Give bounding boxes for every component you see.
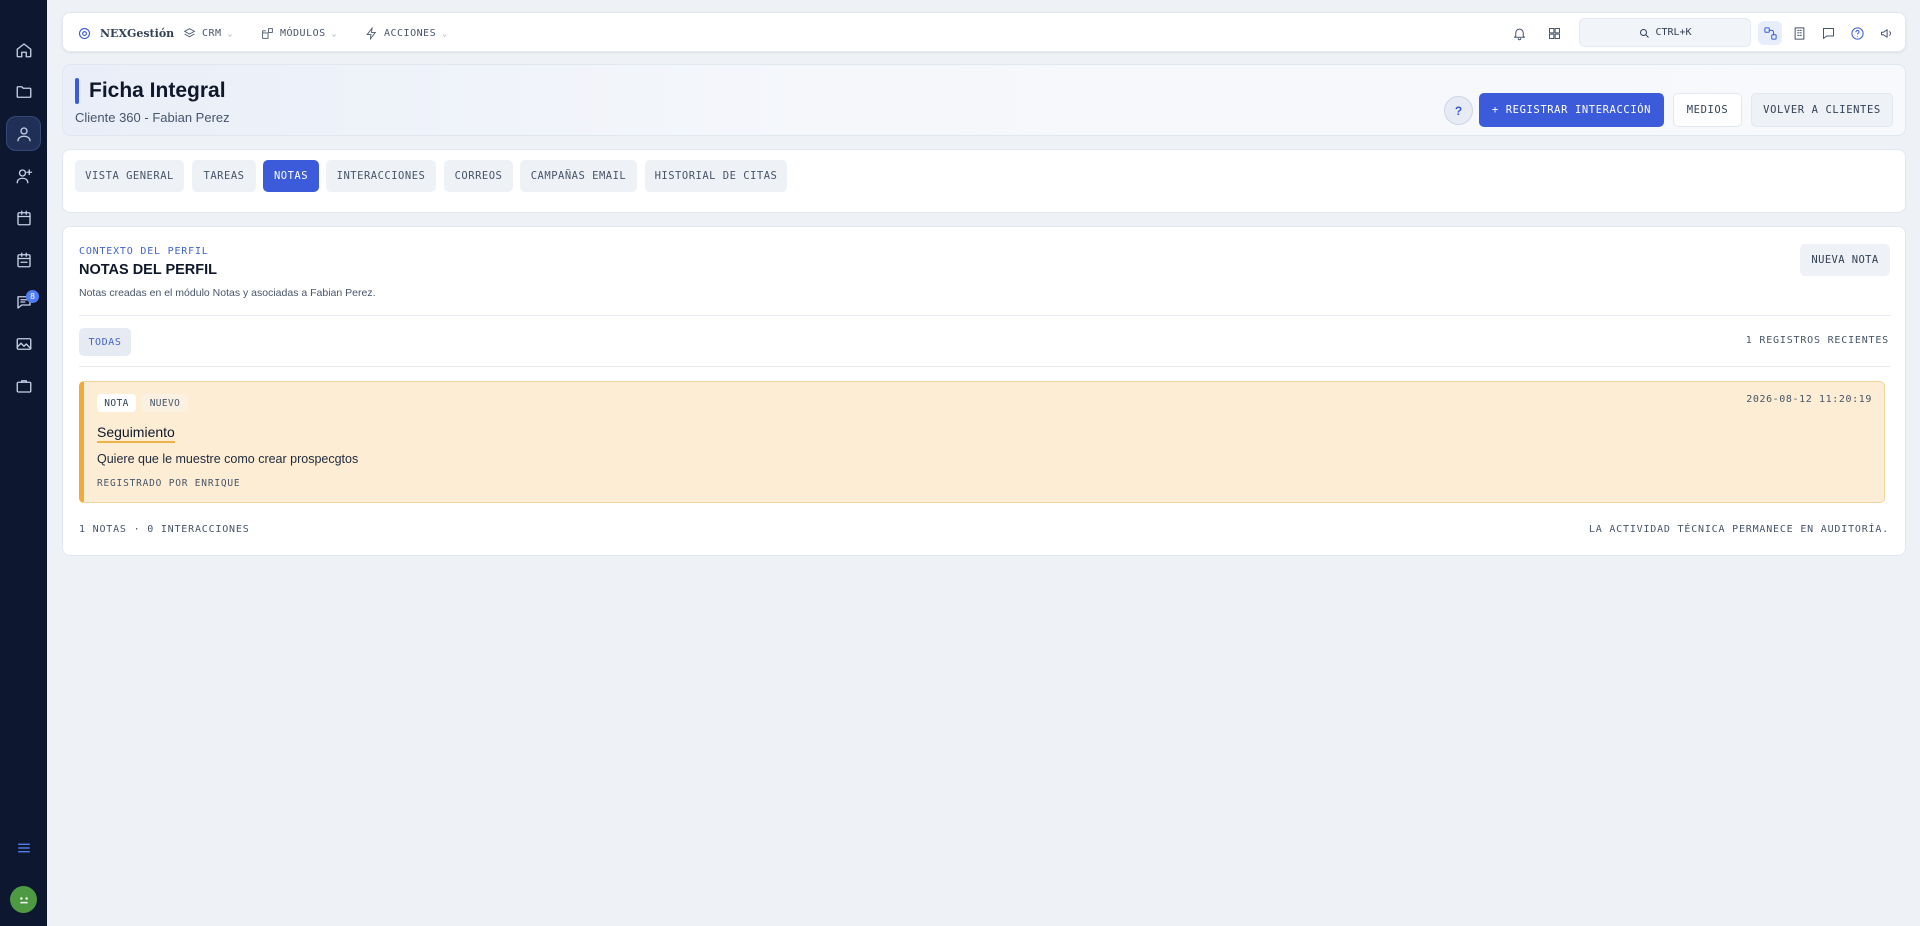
briefcase-icon [16,379,31,393]
sidebar-item-appointments[interactable] [6,242,41,277]
layers-icon [183,27,196,37]
section-description: Notas creadas en el módulo Notas y asoci… [79,287,376,299]
nav-crm-label: CRM [202,27,222,39]
sidebar-item-clients[interactable] [6,116,41,151]
media-button[interactable]: MEDIOS [1673,93,1742,127]
tab-tareas[interactable]: TAREAS [192,160,256,192]
sidebar-item-folder[interactable] [6,74,41,109]
nav-acciones-label: ACCIONES [384,27,437,39]
help-button[interactable] [1845,21,1869,45]
bell-icon [1513,28,1525,40]
chevron-down-icon: ⌄ [442,28,448,38]
avatar-face-icon [19,896,28,903]
help-circle-icon [1850,26,1864,40]
divider [79,315,1890,316]
sidebar-item-media[interactable] [6,326,41,361]
top-bar: NEXGestión CRM ⌄ MÓDULOS ⌄ ACCIONES ⌄ CT… [62,12,1906,52]
tab-interacciones[interactable]: INTERACCIONES [326,160,436,192]
page-header: Ficha Integral Cliente 360 - Fabian Pere… [62,64,1906,136]
tab-vista-general[interactable]: VISTA GENERAL [75,160,184,192]
image-icon [16,337,31,350]
audit-notice: LA ACTIVIDAD TÉCNICA PERMANECE EN AUDITO… [1588,524,1889,535]
workflow-icon [1763,26,1777,40]
note-status-tag: NUEVO [142,394,188,412]
tab-correos[interactable]: CORREOS [444,160,513,192]
note-card[interactable]: NOTA NUEVO 2026-08-12 11:20:19 Seguimien… [79,381,1885,503]
note-author: REGISTRADO POR ENRIQUE [97,478,241,489]
megaphone-icon [1880,28,1891,38]
messages-badge: 8 [26,290,39,303]
apps-button[interactable] [1542,21,1566,45]
sidebar-item-home[interactable] [6,32,41,67]
message-icon [1822,27,1834,39]
tab-historial-citas[interactable]: HISTORIAL DE CITAS [645,160,787,192]
section-eyebrow: CONTEXTO DEL PERFIL [79,246,209,257]
nav-modulos-label: MÓDULOS [280,27,326,39]
back-to-clients-button[interactable]: VOLVER A CLIENTES [1751,93,1893,127]
brand[interactable]: NEXGestión [77,13,174,53]
calendar-check-icon [16,252,31,267]
sidebar: 8 [0,0,47,926]
page-title: Ficha Integral [89,79,226,102]
search-button[interactable]: CTRL+K [1579,18,1751,47]
note-date: 2026-08-12 11:20:19 [1746,394,1872,405]
page-subtitle: Cliente 360 - Fabian Perez [75,110,230,125]
chevron-down-icon: ⌄ [331,28,337,38]
brand-name: NEXGestión [100,26,175,40]
records-count: 1 REGISTROS RECIENTES [1745,335,1889,346]
user-plus-icon [16,168,32,183]
section-title: NOTAS DEL PERFIL [79,262,218,278]
filter-all-chip[interactable]: TODAS [79,328,131,356]
notes-panel: CONTEXTO DEL PERFIL NOTAS DEL PERFIL Not… [62,226,1906,556]
sidebar-item-prospects[interactable] [6,158,41,193]
company-button[interactable] [1787,21,1811,45]
title-accent-bar [75,78,79,104]
notifications-button[interactable] [1507,21,1531,45]
bolt-icon [366,26,377,40]
search-shortcut: CTRL+K [1655,27,1692,38]
feedback-button[interactable] [1816,21,1840,45]
sidebar-item-messages[interactable]: 8 [6,284,41,319]
modules-icon [262,27,273,39]
tabs-bar: VISTA GENERAL TAREAS NOTAS INTERACCIONES… [62,149,1906,213]
building-icon [1794,26,1804,40]
new-note-button[interactable]: NUEVA NOTA [1800,244,1890,276]
brand-logo-icon [78,27,91,39]
divider [79,366,1890,367]
chevron-down-icon: ⌄ [227,28,233,38]
search-icon [1640,28,1650,38]
tab-campanas-email[interactable]: CAMPAÑAS EMAIL [520,160,637,192]
home-icon [16,42,31,57]
register-interaction-button[interactable]: + REGISTRAR INTERACCIÓN [1479,93,1664,127]
sidebar-menu-toggle[interactable] [6,830,41,865]
calendar-icon [16,210,31,225]
note-body: Quiere que le muestre como crear prospec… [97,452,359,466]
hamburger-icon [17,843,30,852]
notes-summary: 1 NOTAS · 0 INTERACCIONES [79,524,250,535]
announcements-button[interactable] [1874,21,1898,45]
help-button[interactable]: ? [1444,96,1473,125]
user-icon [16,126,31,141]
nav-acciones[interactable]: ACCIONES ⌄ [365,13,448,53]
folder-icon [16,85,31,98]
nav-modulos[interactable]: MÓDULOS ⌄ [261,13,337,53]
note-title: Seguimiento [97,424,175,443]
avatar[interactable] [10,886,37,913]
workflow-button[interactable] [1758,21,1782,45]
sidebar-item-calendar[interactable] [6,200,41,235]
nav-crm[interactable]: CRM ⌄ [183,13,233,53]
sidebar-item-business[interactable] [6,368,41,403]
note-type-tag: NOTA [97,394,136,412]
tab-notas[interactable]: NOTAS [263,160,319,192]
grid-icon [1548,27,1560,39]
